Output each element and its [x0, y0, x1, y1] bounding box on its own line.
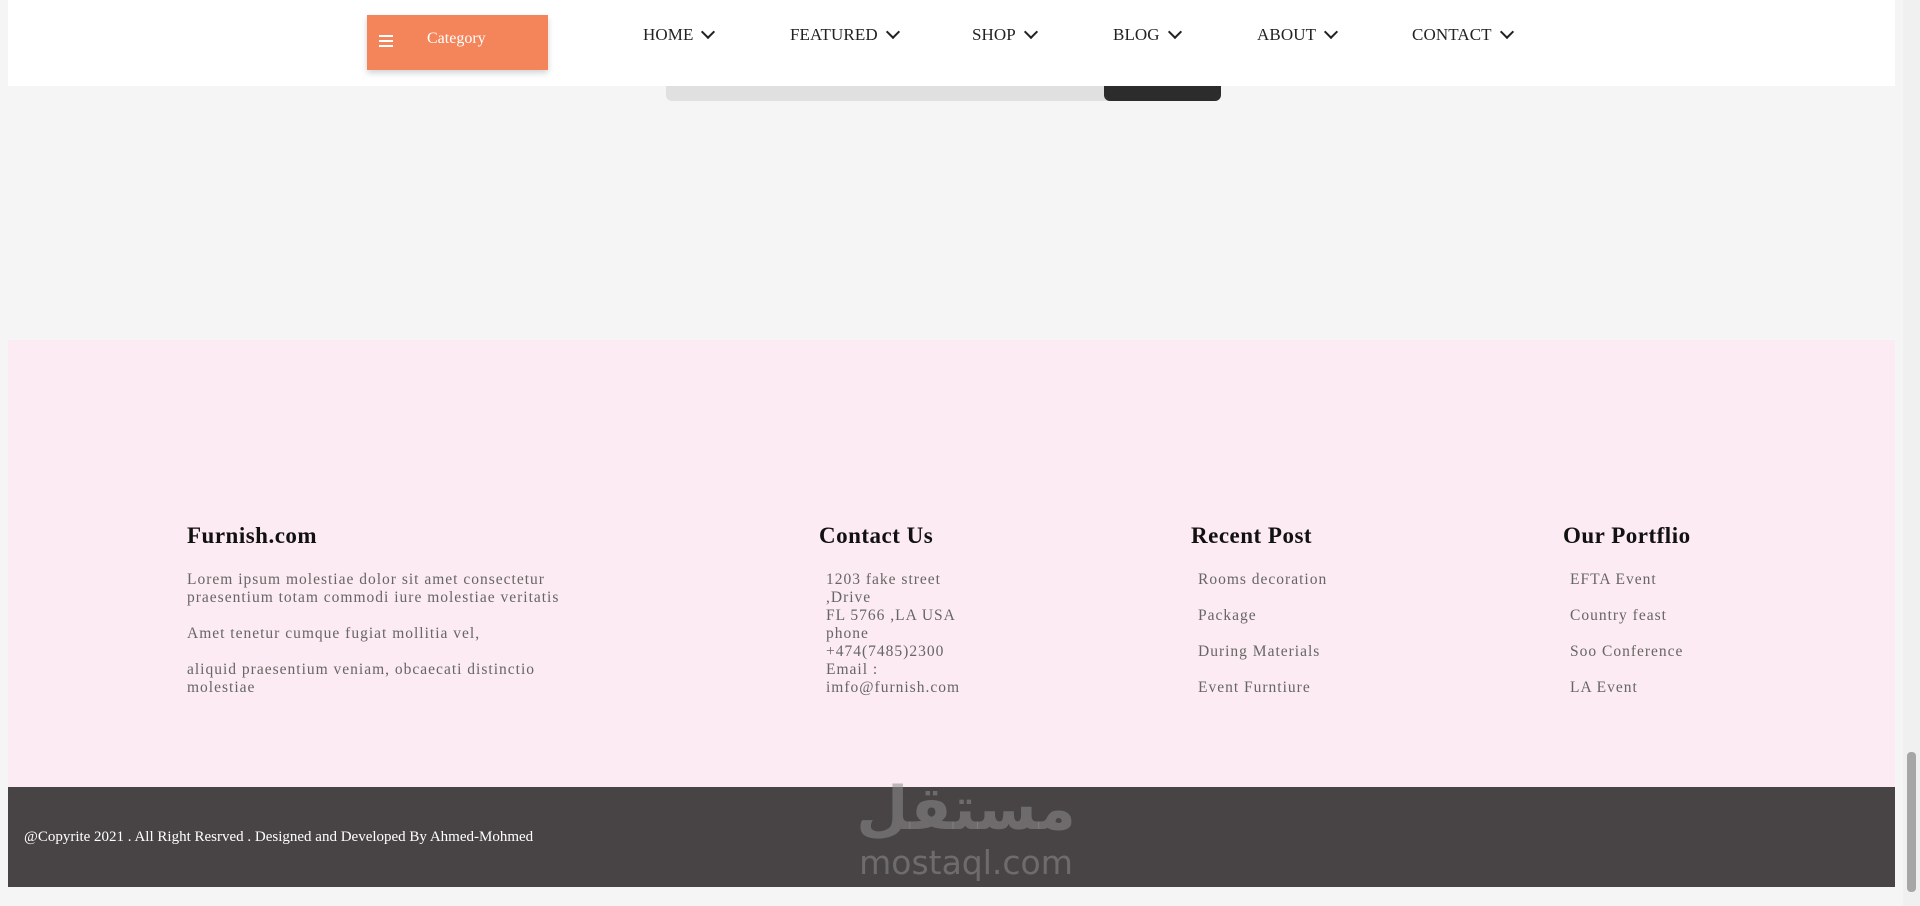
- nav-label: BLOG: [1113, 25, 1160, 44]
- watermark-arabic: مستقل: [856, 774, 1076, 844]
- recent-post-link[interactable]: Package: [1198, 607, 1391, 625]
- recent-post-link[interactable]: Rooms decoration: [1198, 571, 1391, 589]
- nav-item-about[interactable]: ABOUT: [1257, 23, 1339, 47]
- nav-item-featured[interactable]: FEATURED: [790, 23, 900, 47]
- nav-label: CONTACT: [1412, 25, 1492, 44]
- footer: Furnish.com Lorem ipsum molestiae dolor …: [8, 340, 1895, 787]
- chevron-down-icon: [1167, 24, 1182, 40]
- nav-item-contact[interactable]: CONTACT: [1412, 23, 1514, 47]
- footer-recent-posts: Recent Post Rooms decoration Package Dur…: [1191, 523, 1391, 715]
- top-navigation: Category HOME FEATURED SHOP BLOG ABOUT C…: [8, 0, 1895, 86]
- chevron-down-icon: [701, 24, 716, 40]
- nav-label: ABOUT: [1257, 25, 1317, 44]
- chevron-down-icon: [885, 24, 900, 40]
- contact-title: Contact Us: [819, 523, 934, 548]
- contact-line: +474(7485)2300: [826, 643, 945, 660]
- copyright-text: @Copyrite 2021 . All Right Resrved . Des…: [24, 829, 534, 845]
- footer-about: Furnish.com Lorem ipsum molestiae dolor …: [187, 523, 607, 715]
- about-paragraph: aliquid praesentium veniam, obcaecati di…: [187, 661, 536, 696]
- contact-line: imfo@furnish.com: [826, 679, 961, 696]
- about-paragraph: Lorem ipsum molestiae dolor sit amet con…: [187, 571, 560, 606]
- contact-line: 1203 fake street: [826, 571, 941, 588]
- nav-label: SHOP: [972, 25, 1016, 44]
- category-label: Category: [427, 30, 486, 47]
- contact-line: Email :: [826, 661, 879, 678]
- mostaql-watermark: مستقل mostaql.com: [846, 773, 1086, 889]
- about-paragraph: Amet tenetur cumque fugiat mollitia vel,: [187, 625, 481, 642]
- footer-portfolio: Our Portflio EFTA Event Country feast So…: [1563, 523, 1763, 715]
- portfolio-link[interactable]: Country feast: [1570, 607, 1763, 625]
- chevron-down-icon: [1323, 24, 1339, 40]
- category-button[interactable]: Category: [367, 15, 548, 70]
- vertical-scrollbar[interactable]: [1903, 0, 1920, 906]
- footer-contact: Contact Us 1203 fake street ,Drive FL 57…: [819, 523, 1019, 697]
- portfolio-link[interactable]: Soo Conference: [1570, 643, 1763, 661]
- watermark-latin: mostaql.com: [859, 843, 1073, 882]
- portfolio-title: Our Portflio: [1563, 523, 1691, 548]
- portfolio-link[interactable]: LA Event: [1570, 679, 1763, 697]
- recent-post-link[interactable]: During Materials: [1198, 643, 1391, 661]
- nav-label: FEATURED: [790, 25, 878, 44]
- nav-item-shop[interactable]: SHOP: [972, 23, 1038, 47]
- footer-brand-title: Furnish.com: [187, 523, 318, 548]
- portfolio-link[interactable]: EFTA Event: [1570, 571, 1763, 589]
- nav-item-home[interactable]: HOME: [643, 23, 716, 47]
- chevron-down-icon: [1499, 24, 1514, 40]
- contact-line: ,Drive: [826, 589, 872, 606]
- page: Category HOME FEATURED SHOP BLOG ABOUT C…: [8, 0, 1895, 906]
- scrollbar-thumb[interactable]: [1907, 752, 1916, 892]
- recent-post-link[interactable]: Event Furntiure: [1198, 679, 1391, 697]
- chevron-down-icon: [1023, 24, 1038, 40]
- nav-label: HOME: [643, 25, 694, 44]
- nav-item-blog[interactable]: BLOG: [1113, 23, 1182, 47]
- recent-post-title: Recent Post: [1191, 523, 1313, 548]
- contact-line: phone: [826, 625, 869, 642]
- contact-address: 1203 fake street ,Drive FL 5766 ,LA USA …: [819, 571, 1019, 697]
- hamburger-icon: [379, 35, 393, 49]
- contact-line: FL 5766 ,LA USA: [826, 607, 956, 624]
